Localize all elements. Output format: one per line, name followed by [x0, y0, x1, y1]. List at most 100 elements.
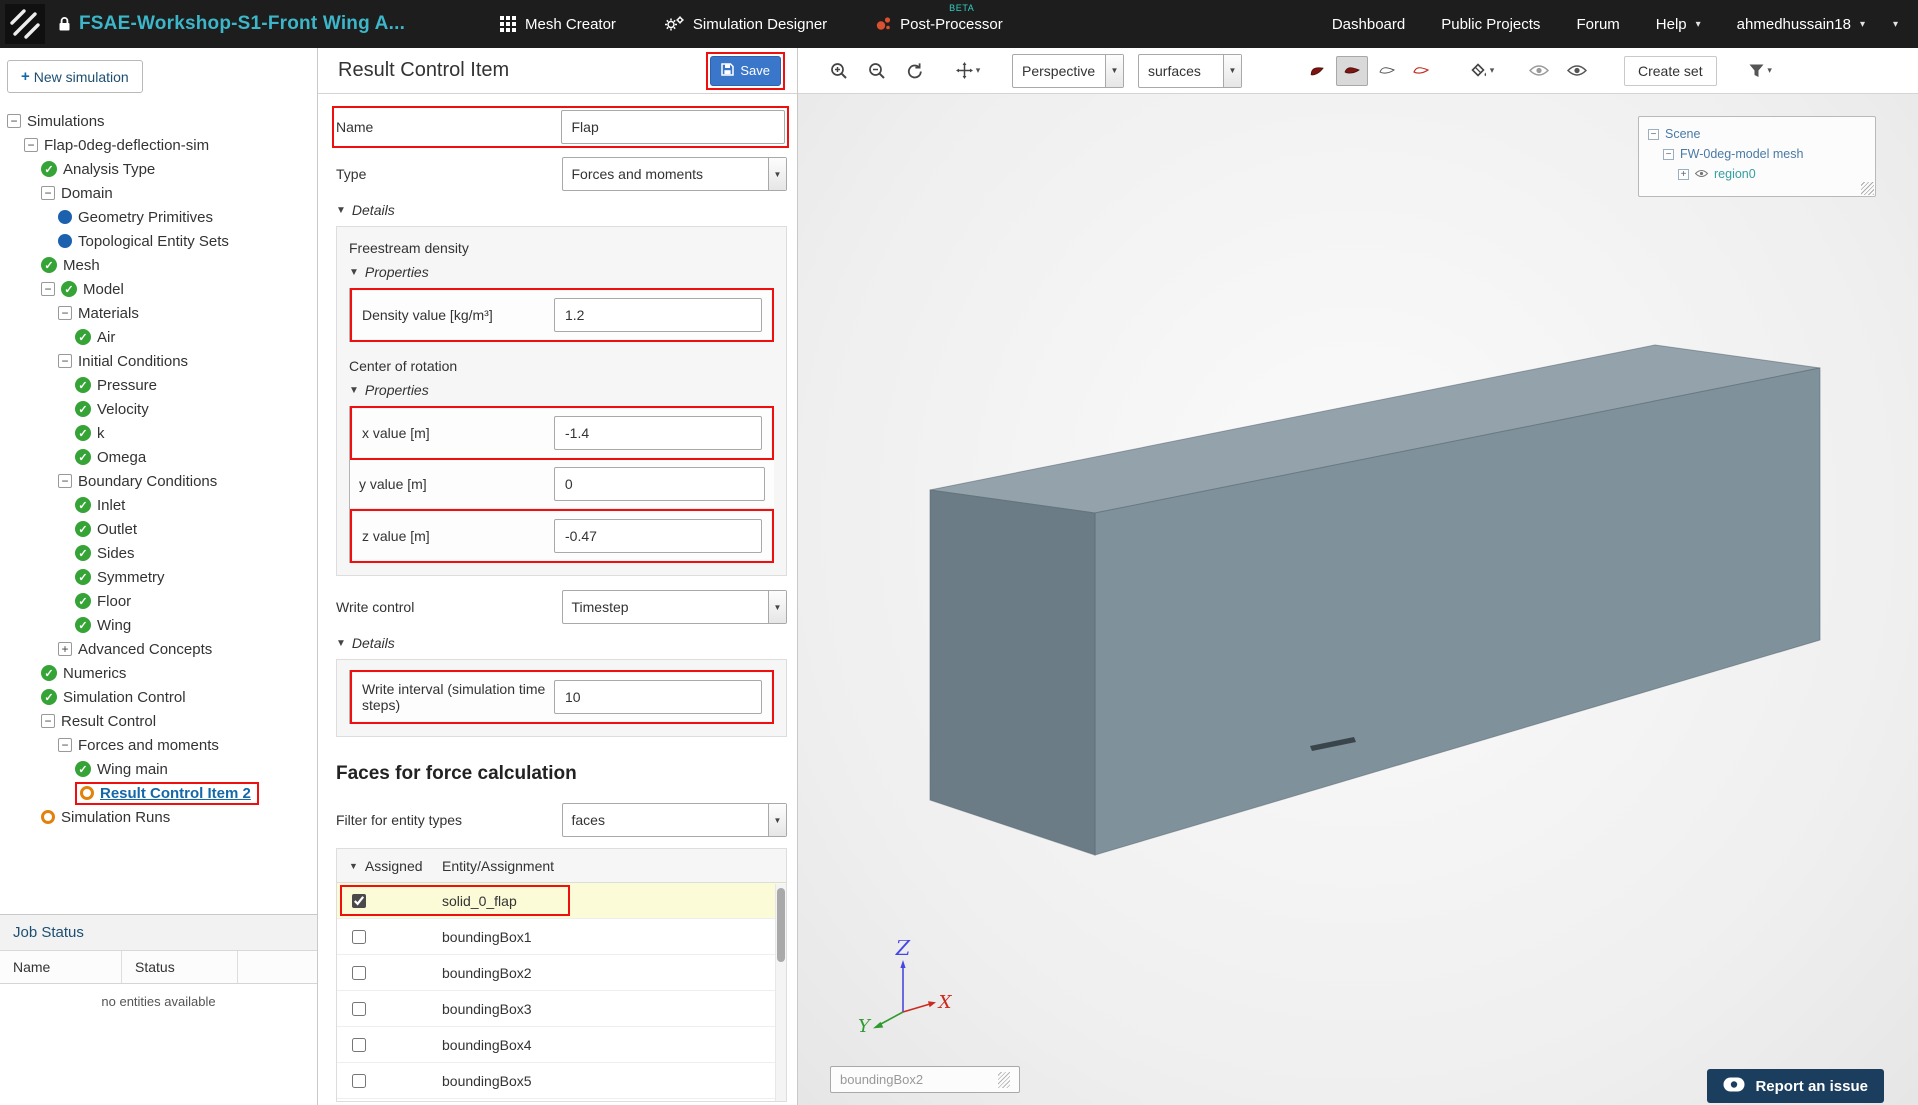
properties-toggle[interactable]: ▼ Properties [349, 264, 774, 280]
zoom-out-button[interactable] [860, 56, 894, 86]
collapse-icon[interactable]: − [1648, 129, 1659, 140]
name-input[interactable] [561, 110, 786, 144]
paint-bucket-button[interactable]: ▾ [1458, 56, 1506, 86]
tree-item-domain[interactable]: −Domain [0, 181, 317, 205]
tree-item-wing-main[interactable]: ✓Wing main [0, 757, 317, 781]
tree-item-numerics[interactable]: ✓Numerics [0, 661, 317, 685]
tree-item-wing[interactable]: ✓Wing [0, 613, 317, 637]
tree-item-floor[interactable]: ✓Floor [0, 589, 317, 613]
project-title[interactable]: FSAE-Workshop-S1-Front Wing A... [79, 13, 405, 35]
assignment-checkbox[interactable] [352, 1074, 366, 1088]
nav-public-projects[interactable]: Public Projects [1441, 16, 1540, 33]
tree-item-analysis-type[interactable]: ✓Analysis Type [0, 157, 317, 181]
nav-help[interactable]: Help▾ [1656, 16, 1701, 33]
assignment-checkbox[interactable] [352, 930, 366, 944]
zoom-in-button[interactable] [822, 56, 856, 86]
simscale-logo[interactable] [5, 4, 45, 44]
create-set-button[interactable]: Create set [1624, 56, 1717, 86]
tree-item-k[interactable]: ✓k [0, 421, 317, 445]
tree-item-outlet[interactable]: ✓Outlet [0, 517, 317, 541]
eye-icon[interactable] [1695, 167, 1708, 181]
tree-item-initial-conditions[interactable]: −Initial Conditions [0, 349, 317, 373]
tree-item-materials[interactable]: −Materials [0, 301, 317, 325]
wing-view-3-button[interactable] [1372, 56, 1402, 86]
assignment-checkbox[interactable] [352, 1002, 366, 1016]
collapse-icon[interactable]: − [58, 474, 72, 488]
hide-selection-button[interactable] [1522, 56, 1556, 86]
nav-post-processor[interactable]: BETAPost-Processor [875, 16, 1003, 33]
wing-view-1-button[interactable] [1302, 56, 1332, 86]
tree-item-advanced-concepts[interactable]: +Advanced Concepts [0, 637, 317, 661]
render-mode-select[interactable]: surfaces ▼ [1138, 54, 1242, 88]
tree-item-model[interactable]: −✓Model [0, 277, 317, 301]
tree-item-omega[interactable]: ✓Omega [0, 445, 317, 469]
tree-item-symmetry[interactable]: ✓Symmetry [0, 565, 317, 589]
chevron-down-icon[interactable]: ▾ [1893, 19, 1898, 30]
tree-item-sides[interactable]: ✓Sides [0, 541, 317, 565]
nav-simulation-designer[interactable]: Simulation Designer [664, 16, 827, 33]
collapse-icon[interactable]: − [41, 714, 55, 728]
type-select[interactable]: Forces and moments ▼ [562, 157, 788, 191]
density-input[interactable] [554, 298, 762, 332]
assignment-row-solid-0-flap[interactable]: solid_0_flap [337, 883, 786, 919]
scrollbar-thumb[interactable] [777, 888, 785, 962]
write-interval-input[interactable] [554, 680, 762, 714]
resize-grip[interactable] [998, 1072, 1010, 1088]
tree-item-result-control-item-2[interactable]: Result Control Item 2 [0, 781, 317, 805]
collapse-icon[interactable]: − [58, 354, 72, 368]
entity-filter-select[interactable]: faces ▼ [562, 803, 788, 837]
assignment-checkbox[interactable] [352, 966, 366, 980]
collapse-icon[interactable]: − [1663, 149, 1674, 160]
tree-item-air[interactable]: ✓Air [0, 325, 317, 349]
assignment-row-boundingbox3[interactable]: boundingBox3 [337, 991, 786, 1027]
x-value-input[interactable] [554, 416, 762, 450]
collapse-icon[interactable]: − [41, 282, 55, 296]
z-value-input[interactable] [554, 519, 762, 553]
collapse-icon[interactable]: − [41, 186, 55, 200]
tree-item-geometry-primitives[interactable]: Geometry Primitives [0, 205, 317, 229]
tree-item-result-control[interactable]: −Result Control [0, 709, 317, 733]
tree-item-forces-and-moments[interactable]: −Forces and moments [0, 733, 317, 757]
report-issue-button[interactable]: Report an issue [1707, 1069, 1884, 1103]
viewport-canvas[interactable]: − Scene − FW-0deg-model mesh + region0 [798, 94, 1918, 1105]
sort-triangle-icon[interactable]: ▼ [349, 861, 358, 871]
resize-grip[interactable] [1861, 182, 1874, 195]
tree-item-boundary-conditions[interactable]: −Boundary Conditions [0, 469, 317, 493]
collapse-icon[interactable]: − [58, 306, 72, 320]
assignment-row-boundingbox1[interactable]: boundingBox1 [337, 919, 786, 955]
tree-item-simulation-runs[interactable]: Simulation Runs [0, 805, 317, 829]
nav-mesh-creator[interactable]: Mesh Creator [500, 16, 616, 33]
write-control-select[interactable]: Timestep ▼ [562, 590, 788, 624]
assignment-row-boundingbox5[interactable]: boundingBox5 [337, 1063, 786, 1099]
mesh-bounding-box-model[interactable] [798, 94, 1918, 1105]
pan-tool-button[interactable]: ▾ [944, 56, 992, 86]
collapse-icon[interactable]: − [7, 114, 21, 128]
table-scrollbar[interactable] [775, 884, 786, 1101]
projection-select[interactable]: Perspective ▼ [1012, 54, 1124, 88]
y-value-input[interactable] [554, 467, 765, 501]
wing-view-4-button[interactable] [1406, 56, 1436, 86]
expand-icon[interactable]: + [58, 642, 72, 656]
properties-toggle[interactable]: ▼ Properties [349, 382, 774, 398]
filter-button[interactable]: ▾ [1737, 56, 1785, 86]
collapse-icon[interactable]: − [24, 138, 38, 152]
nav-dashboard[interactable]: Dashboard [1332, 16, 1405, 33]
wing-view-2-button[interactable] [1336, 56, 1368, 86]
details-toggle[interactable]: ▼ Details [336, 635, 787, 651]
new-simulation-button[interactable]: + New simulation [7, 60, 143, 93]
nav-ahmedhussain18[interactable]: ahmedhussain18▾ [1737, 16, 1865, 33]
assignment-row-boundingbox2[interactable]: boundingBox2 [337, 955, 786, 991]
refresh-view-button[interactable] [898, 56, 932, 86]
tree-item-flap-0deg-deflection-sim[interactable]: −Flap-0deg-deflection-sim [0, 133, 317, 157]
assignment-row-boundingbox4[interactable]: boundingBox4 [337, 1027, 786, 1063]
tree-item-mesh[interactable]: ✓Mesh [0, 253, 317, 277]
tree-item-topological-entity-sets[interactable]: Topological Entity Sets [0, 229, 317, 253]
show-selection-button[interactable] [1560, 56, 1594, 86]
details-toggle[interactable]: ▼ Details [336, 202, 787, 218]
tree-item-pressure[interactable]: ✓Pressure [0, 373, 317, 397]
save-button[interactable]: Save [710, 56, 781, 86]
tree-item-simulation-control[interactable]: ✓Simulation Control [0, 685, 317, 709]
scene-tree-mesh[interactable]: − FW-0deg-model mesh [1648, 144, 1866, 164]
tree-item-simulations[interactable]: −Simulations [0, 109, 317, 133]
scene-tree-root[interactable]: − Scene [1648, 124, 1866, 144]
